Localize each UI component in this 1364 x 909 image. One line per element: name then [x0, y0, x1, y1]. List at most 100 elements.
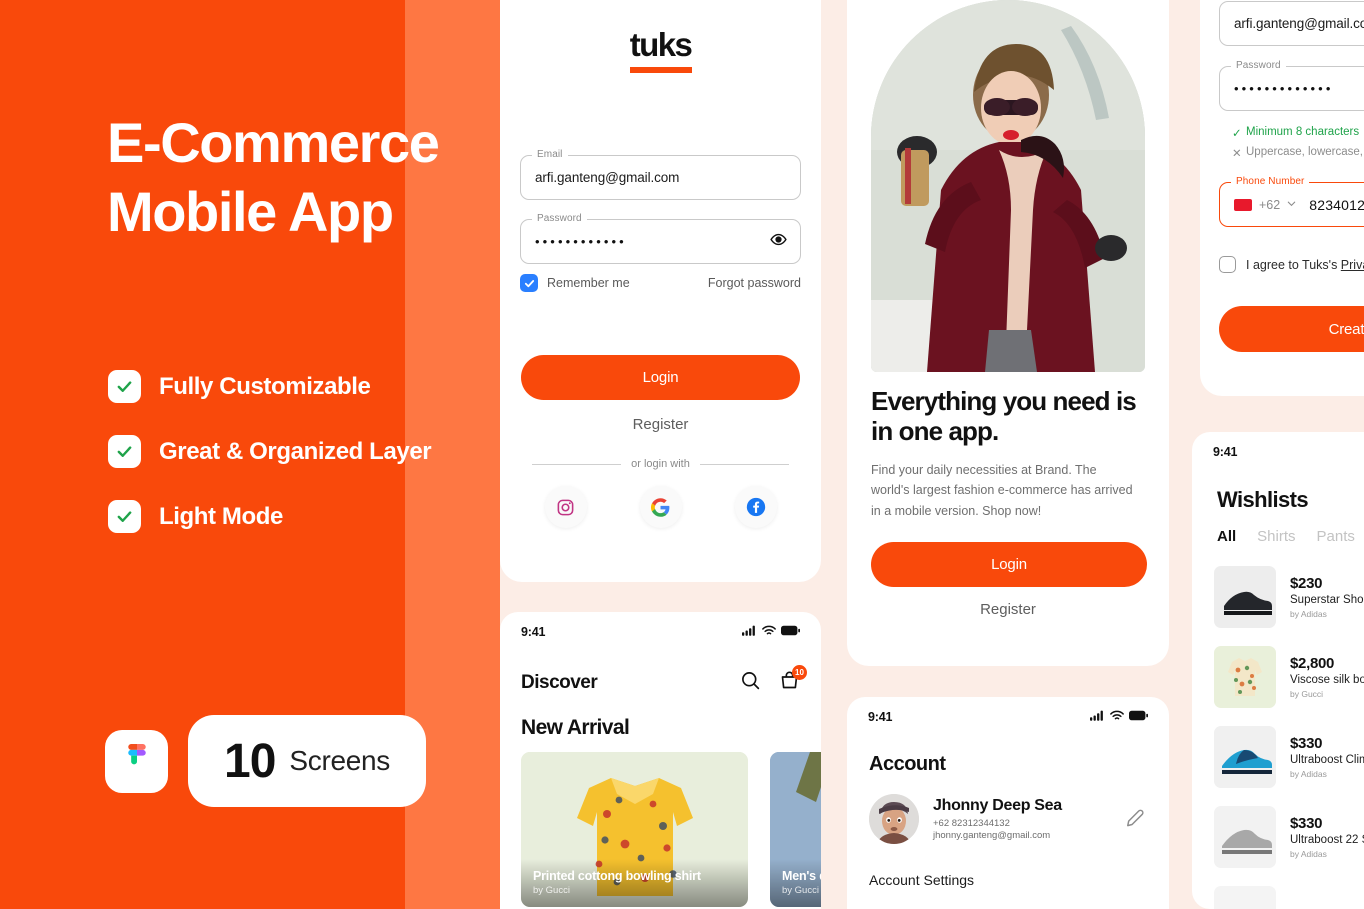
- login-button[interactable]: Login: [521, 355, 800, 400]
- terms-agreement-row[interactable]: I agree to Tuks's Privacy: [1219, 256, 1364, 273]
- chevron-down-icon[interactable]: [1286, 196, 1297, 214]
- product-card[interactable]: Printed cottong bowling shirt by Gucci: [521, 752, 748, 907]
- status-bar: 9:41: [1192, 432, 1364, 472]
- phone-field-label: Phone Number: [1231, 176, 1310, 187]
- email-field-value: arfi.ganteng@gmail.com: [1234, 16, 1364, 31]
- feature-label: Great & Organized Layer: [159, 437, 432, 465]
- signal-icon: [742, 623, 757, 641]
- list-item[interactable]: $2,800 Viscose silk bowli by Gucci: [1214, 637, 1364, 717]
- check-icon: [108, 500, 141, 533]
- password-field[interactable]: Password ••••••••••••: [520, 213, 801, 264]
- list-item[interactable]: $330 Ultraboost Climac by Adidas: [1214, 717, 1364, 797]
- hero-photo: [871, 0, 1145, 372]
- search-icon[interactable]: [740, 670, 761, 696]
- product-price: $330: [1290, 735, 1323, 752]
- register-screen: arfi.ganteng@gmail.com Password ••••••••…: [1200, 0, 1364, 396]
- product-name: Viscose silk bowli: [1290, 674, 1364, 686]
- checkbox-checked-icon: [520, 274, 538, 292]
- product-name: Ultraboost 22 Sho: [1290, 834, 1364, 846]
- register-link[interactable]: Register: [500, 416, 821, 433]
- check-icon: [108, 435, 141, 468]
- forgot-password-link[interactable]: Forgot password: [708, 276, 801, 290]
- feature-item: Light Mode: [108, 500, 431, 533]
- product-carousel: Printed cottong bowling shirt by Gucci M…: [521, 752, 821, 907]
- discover-header: Discover 10: [521, 665, 807, 696]
- feature-item: Great & Organized Layer: [108, 435, 432, 468]
- email-field[interactable]: Email arfi.ganteng@gmail.com: [520, 149, 801, 200]
- status-indicators: [1090, 708, 1148, 726]
- account-user-row: Jhonny Deep Sea +62 82312344132 jhonny.g…: [869, 794, 1147, 844]
- password-rule-text: Uppercase, lowercase,: [1246, 146, 1363, 158]
- discover-title: Discover: [521, 672, 598, 693]
- onboarding-title: Everything you need is in one app.: [871, 386, 1137, 447]
- login-button[interactable]: Login: [871, 542, 1147, 587]
- tab-shirts[interactable]: Shirts: [1257, 528, 1295, 545]
- page-title-line2: Mobile App: [107, 180, 394, 244]
- password-rule: ✓ Minimum 8 characters: [1232, 126, 1364, 140]
- feature-item: Fully Customizable: [108, 370, 431, 403]
- cart-badge: 10: [792, 665, 807, 680]
- list-item[interactable]: $230 Superstar Shoes by Adidas: [1214, 557, 1364, 637]
- login-screen: tuks Email arfi.ganteng@gmail.com Passwo…: [500, 0, 821, 582]
- product-brand: by Gucci: [1290, 689, 1324, 699]
- wifi-icon: [762, 623, 776, 641]
- status-bar: 9:41: [500, 612, 821, 652]
- email-field[interactable]: arfi.ganteng@gmail.com: [1219, 1, 1364, 46]
- password-field-value: •••••••••••••: [1234, 81, 1334, 96]
- tab-all[interactable]: All: [1217, 528, 1236, 545]
- feature-label: Fully Customizable: [159, 372, 371, 400]
- account-user-phone: +62 82312344132: [933, 818, 1010, 829]
- close-icon: ✕: [1232, 148, 1242, 160]
- account-settings-item[interactable]: Account Settings: [869, 872, 974, 888]
- eye-icon[interactable]: [770, 231, 787, 253]
- product-info: $330 Ultraboost 22 Sho by Adidas: [1290, 815, 1364, 859]
- google-icon[interactable]: [639, 486, 682, 528]
- privacy-link[interactable]: Privacy: [1341, 258, 1364, 272]
- checkbox-unchecked-icon[interactable]: [1219, 256, 1236, 273]
- product-brand: by Adidas: [1290, 769, 1327, 779]
- account-screen: 9:41 Account Jhonny Deep Sea +62 8231234…: [847, 697, 1169, 909]
- product-thumbnail: [1214, 806, 1276, 868]
- onboarding-screen: Everything you need is in one app. Find …: [847, 0, 1169, 666]
- product-name: Superstar Shoes: [1290, 594, 1364, 606]
- instagram-icon[interactable]: [544, 486, 587, 528]
- check-icon: [108, 370, 141, 403]
- remember-row: Remember me Forgot password: [520, 274, 801, 292]
- remember-me-checkbox[interactable]: Remember me: [520, 274, 630, 292]
- terms-prefix: I agree to Tuks's: [1246, 257, 1341, 272]
- list-item[interactable]: $155: [1214, 877, 1364, 909]
- product-thumbnail: [1214, 726, 1276, 788]
- password-field[interactable]: Password •••••••••••••: [1219, 60, 1364, 111]
- product-brand: by Gucci: [782, 885, 819, 896]
- onboarding-body: Find your daily necessities at Brand. Th…: [871, 463, 1133, 518]
- password-field-label: Password: [532, 213, 587, 224]
- create-account-button[interactable]: Create A: [1219, 306, 1364, 352]
- email-field-label: Email: [532, 149, 568, 160]
- product-name: Printed cottong bowling shirt: [533, 869, 701, 883]
- password-field-value: ••••••••••••: [535, 234, 627, 249]
- product-card[interactable]: Men's dr by Gucci: [770, 752, 821, 907]
- figma-icon: [105, 729, 168, 793]
- product-brand: by Adidas: [1290, 609, 1327, 619]
- country-code: +62: [1259, 197, 1281, 212]
- phone-field[interactable]: Phone Number +62 8234012: [1219, 176, 1364, 227]
- poster-stage: E-Commerce Mobile App Fully Customizable…: [0, 0, 1364, 909]
- page-title: E-Commerce Mobile App: [107, 108, 507, 247]
- product-price: $230: [1290, 575, 1323, 592]
- facebook-icon[interactable]: [734, 486, 777, 528]
- cart-icon[interactable]: 10: [779, 665, 807, 696]
- battery-icon: [781, 623, 800, 641]
- account-user-email: jhonny.ganteng@gmail.com: [933, 830, 1051, 841]
- product-thumbnail: [1214, 886, 1276, 909]
- social-login-row: [500, 486, 821, 528]
- list-item[interactable]: $330 Ultraboost 22 Sho by Adidas: [1214, 797, 1364, 877]
- feature-list: Fully Customizable Great & Organized Lay…: [108, 370, 432, 565]
- battery-icon: [1129, 708, 1148, 726]
- password-field-label: Password: [1231, 60, 1286, 71]
- status-time: 9:41: [1213, 445, 1238, 459]
- register-link[interactable]: Register: [847, 601, 1169, 618]
- remember-me-label: Remember me: [547, 276, 630, 290]
- edit-icon[interactable]: [1125, 806, 1147, 833]
- tab-pants[interactable]: Pants: [1317, 528, 1355, 545]
- product-price: $2,800: [1290, 655, 1335, 672]
